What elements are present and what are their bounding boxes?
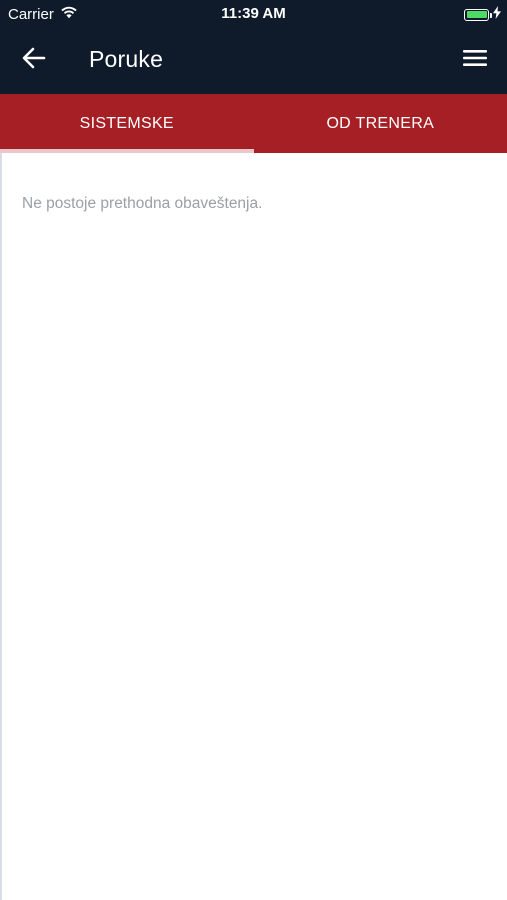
status-bar: Carrier 11:39 AM [0,0,507,28]
page-title: Poruke [89,46,164,72]
battery-tip [490,12,492,18]
hamburger-menu-icon [463,49,487,72]
empty-state-message: Ne postoje prethodna obaveštenja. [22,195,263,212]
app-screen: Carrier 11:39 AM Poruke SISTEMSKE OD TRE… [0,0,507,900]
nav-bar: Poruke [0,30,507,90]
back-button[interactable] [14,42,54,78]
arrow-left-icon [22,47,46,74]
tab-label: OD TRENERA [326,114,435,132]
tab-bar: SISTEMSKE OD TRENERA [0,94,507,153]
menu-button[interactable] [457,42,493,78]
tab-od-trenera[interactable]: OD TRENERA [254,94,507,153]
charging-bolt-icon [493,6,501,23]
status-right [464,6,501,23]
status-time: 11:39 AM [221,5,286,22]
battery-icon [464,8,492,21]
messages-list: Ne postoje prethodna obaveštenja. [0,153,507,900]
tab-sistemske[interactable]: SISTEMSKE [0,94,254,153]
battery-level [466,11,487,18]
app-header: Carrier 11:39 AM Poruke [0,0,507,94]
tab-label: SISTEMSKE [79,114,174,132]
